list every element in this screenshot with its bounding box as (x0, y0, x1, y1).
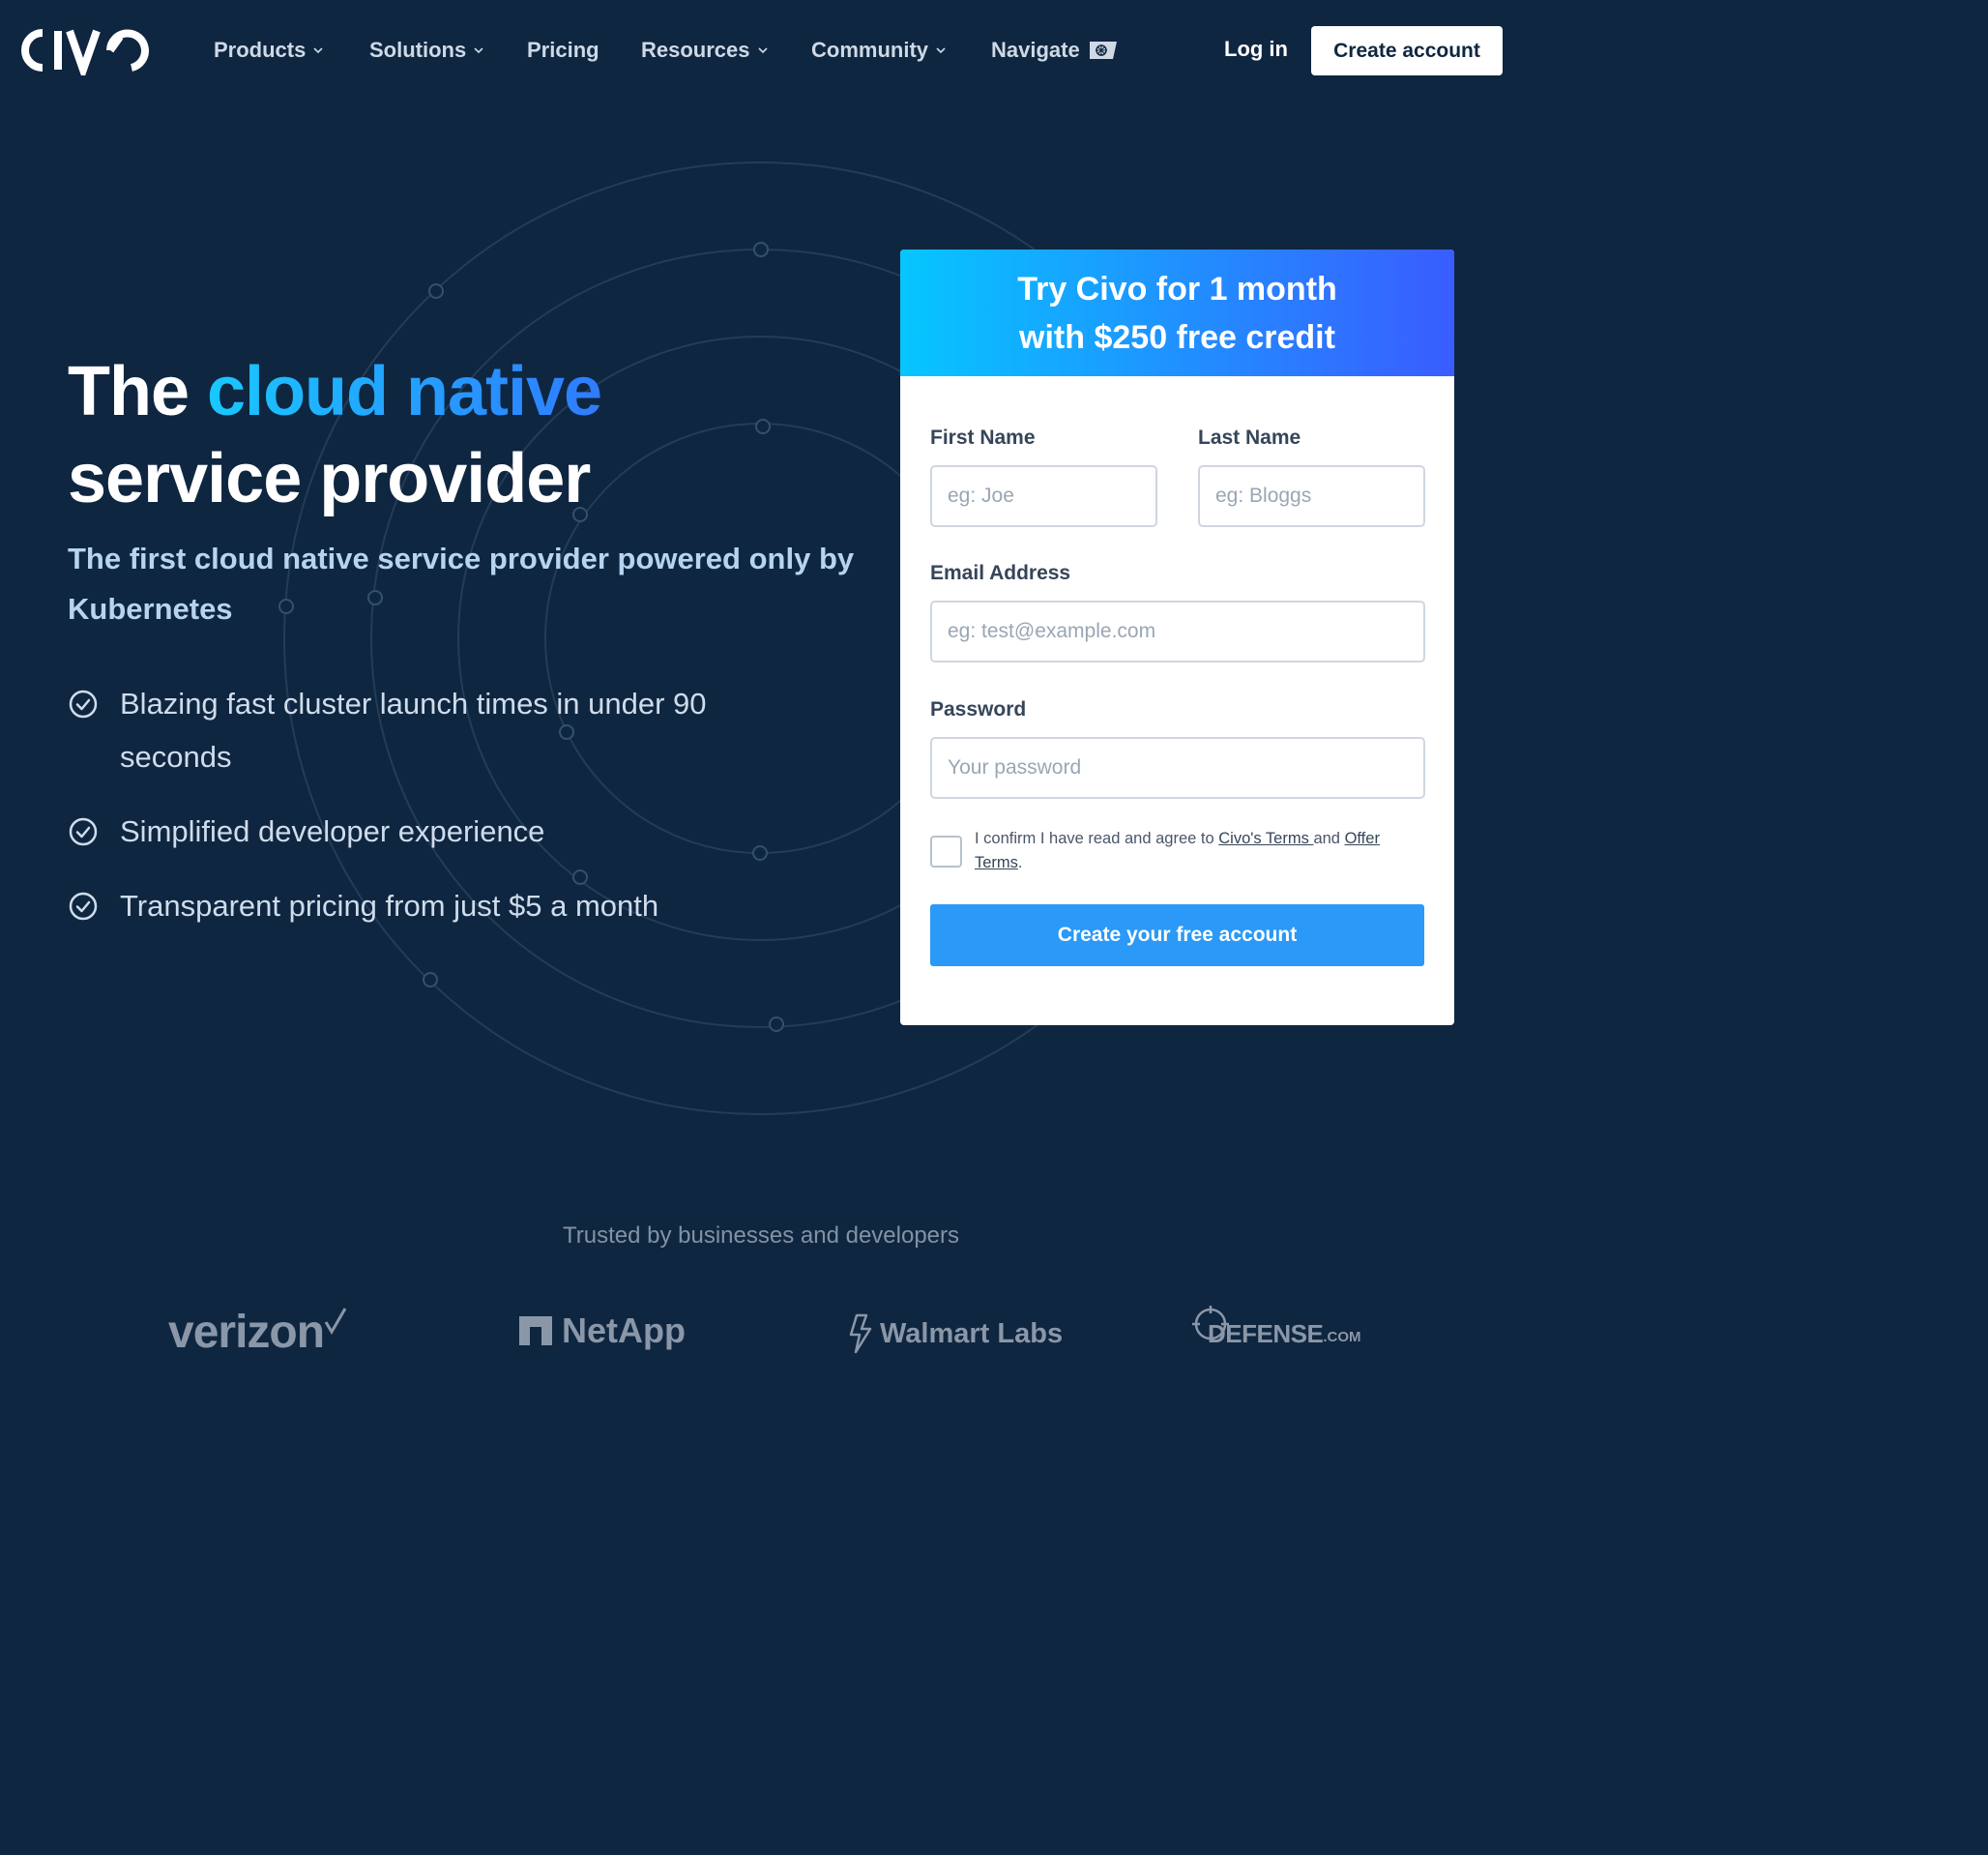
chevron-down-icon (474, 47, 483, 54)
first-name-label: First Name (930, 427, 1036, 449)
netapp-logo-text: NetApp (562, 1310, 686, 1350)
nav-resources[interactable]: Resources (641, 35, 768, 66)
defense-com-suffix: .COM (1323, 1329, 1361, 1345)
signup-card-header: Try Civo for 1 month with $250 free cred… (900, 250, 1454, 376)
hero-title-part2: service provider (68, 440, 591, 517)
trusted-heading: Trusted by businesses and developers (562, 1222, 959, 1249)
nav-products-label: Products (214, 38, 307, 62)
feature-text: Blazing fast cluster launch times in und… (120, 687, 707, 774)
terms-text: I confirm I have read and agree to Civo'… (975, 827, 1419, 875)
email-label: Email Address (930, 562, 1071, 584)
check-circle-icon (69, 892, 98, 921)
top-nav: Products Solutions Pricing Resources Com… (0, 0, 1516, 101)
nav-solutions-label: Solutions (369, 38, 467, 62)
signup-heading-line1: Try Civo for 1 month (1017, 270, 1337, 308)
first-name-field[interactable] (930, 465, 1157, 527)
hero-title-part1: The (68, 353, 208, 430)
verizon-logo: verizon (168, 1306, 347, 1359)
netapp-logo: NetApp (519, 1310, 686, 1351)
terms-checkbox[interactable] (930, 836, 962, 868)
chevron-down-icon (757, 47, 768, 54)
nav-solutions[interactable]: Solutions (369, 35, 483, 66)
nav-pricing-label: Pricing (527, 38, 599, 62)
nav-resources-label: Resources (641, 38, 750, 62)
password-input[interactable] (948, 756, 1423, 780)
civo-terms-link[interactable]: Civo's Terms (1218, 830, 1313, 847)
login-link[interactable]: Log in (1224, 37, 1288, 62)
feature-text: Transparent pricing from just $5 a month (120, 889, 659, 923)
nav-community-label: Community (811, 38, 928, 62)
navigate-flag-icon (1089, 42, 1117, 59)
walmart-labs-logo: Walmart Labs (847, 1313, 1063, 1354)
crosshair-icon (1192, 1306, 1229, 1342)
walmart-labs-logo-text: Walmart Labs (880, 1317, 1064, 1349)
chevron-down-icon (313, 47, 323, 54)
check-circle-icon (69, 817, 98, 846)
last-name-label: Last Name (1198, 427, 1301, 449)
chevron-down-icon (936, 47, 946, 54)
terms-mid: and (1313, 830, 1345, 847)
email-field[interactable] (930, 601, 1425, 662)
netapp-mark-icon (519, 1316, 552, 1345)
hero-title: The cloud native service provider (68, 348, 602, 522)
password-label: Password (930, 698, 1027, 721)
terms-prefix: I confirm I have read and agree to (975, 830, 1219, 847)
signup-heading-line2: with $250 free credit (1019, 318, 1335, 356)
feature-text: Simplified developer experience (120, 814, 545, 848)
feature-list: Blazing fast cluster launch times in und… (68, 677, 803, 954)
nav-community[interactable]: Community (811, 35, 946, 66)
hero-subtitle: The first cloud native service provider … (68, 542, 855, 626)
feature-item: Blazing fast cluster launch times in und… (68, 677, 803, 783)
hero-title-highlight: cloud native (207, 353, 602, 430)
feature-item: Transparent pricing from just $5 a month (68, 879, 803, 932)
first-name-input[interactable] (948, 485, 1155, 508)
nav-pricing[interactable]: Pricing (527, 35, 599, 66)
signup-card: Try Civo for 1 month with $250 free cred… (900, 250, 1454, 1025)
terms-suffix: . (1017, 854, 1023, 871)
email-input[interactable] (948, 620, 1423, 643)
civo-logo[interactable] (17, 25, 153, 75)
nav-navigate[interactable]: Navigate (991, 35, 1119, 66)
last-name-input[interactable] (1215, 485, 1423, 508)
defense-com-logo: DEFENSE .COM (1192, 1306, 1360, 1349)
feature-item: Simplified developer experience (68, 805, 803, 858)
verizon-logo-text: verizon (168, 1307, 325, 1358)
lightning-icon (849, 1313, 872, 1354)
checkmark-icon (324, 1307, 347, 1335)
password-field[interactable] (930, 737, 1425, 799)
create-free-account-button[interactable]: Create your free account (930, 904, 1424, 966)
nav-navigate-label: Navigate (991, 38, 1080, 62)
last-name-field[interactable] (1198, 465, 1425, 527)
create-account-button[interactable]: Create account (1311, 26, 1503, 75)
check-circle-icon (69, 690, 98, 719)
nav-products[interactable]: Products (214, 35, 323, 66)
